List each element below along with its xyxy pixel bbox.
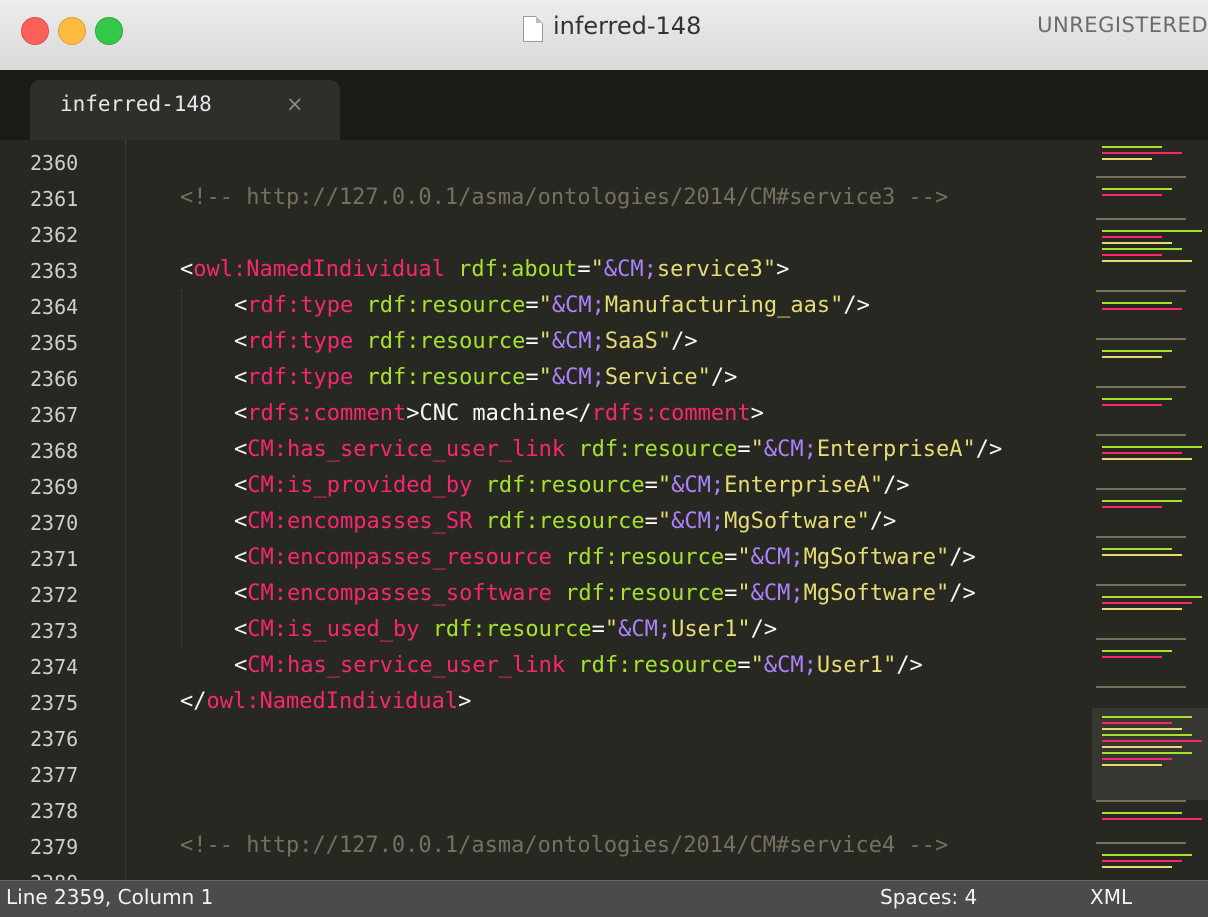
- xml-entity: &CM;: [551, 365, 605, 390]
- code-line: <rdf:type rdf:resource="&CM;Service"/>: [234, 365, 738, 390]
- xml-entity: &CM;: [763, 437, 817, 462]
- xml-tag: CM:has_service_user_link: [247, 437, 566, 462]
- status-bar: Line 2359, Column 1 Spaces: 4 XML: [0, 880, 1208, 917]
- xml-comment: <!-- http://127.0.0.1/asma/ontologies/20…: [180, 185, 949, 210]
- comment-text: CNC machine: [419, 401, 566, 426]
- tab-label: inferred-148: [60, 92, 212, 116]
- xml-value: MgSoftware: [724, 509, 857, 534]
- minimap[interactable]: [1092, 140, 1208, 880]
- code-line: <CM:has_service_user_link rdf:resource="…: [234, 437, 1003, 462]
- xml-tag: CM:encompasses_software: [247, 581, 552, 606]
- xml-tag: CM:is_used_by: [247, 617, 420, 642]
- xml-tag: CM:has_service_user_link: [247, 653, 566, 678]
- xml-tag: CM:encompasses_SR: [247, 509, 473, 534]
- xml-value: Manufacturing_aas: [604, 293, 831, 318]
- xml-tag: rdf:type: [247, 293, 354, 318]
- xml-tag: CM:is_provided_by: [247, 473, 473, 498]
- code-line: <CM:is_provided_by rdf:resource="&CM;Ent…: [234, 473, 910, 498]
- xml-tag: owl:NamedIndividual: [193, 257, 445, 282]
- xml-value: MgSoftware: [803, 581, 937, 606]
- xml-comment: <!-- http://127.0.0.1/asma/ontologies/20…: [180, 833, 949, 858]
- minimize-window-button[interactable]: [58, 17, 86, 45]
- xml-value: SaaS: [604, 329, 658, 354]
- close-window-button[interactable]: [21, 17, 49, 45]
- xml-attribute: rdf:resource: [366, 329, 526, 354]
- indentation-setting[interactable]: Spaces: 4: [880, 885, 977, 909]
- code-line: <CM:encompasses_resource rdf:resource="&…: [234, 545, 976, 570]
- xml-attribute: rdf:resource: [432, 617, 592, 642]
- xml-attribute: rdf:resource: [366, 365, 526, 390]
- code-line: <rdf:type rdf:resource="&CM;SaaS"/>: [234, 329, 698, 354]
- xml-entity: &CM;: [551, 293, 605, 318]
- tab-close-icon[interactable]: ×: [286, 92, 304, 116]
- xml-attribute: rdf:resource: [485, 509, 645, 534]
- code-line: </owl:NamedIndividual>: [180, 689, 472, 714]
- xml-tag: CM:encompasses_resource: [247, 545, 552, 570]
- xml-entity: &CM;: [763, 653, 817, 678]
- xml-attribute: rdf:resource: [565, 581, 725, 606]
- syntax-selector[interactable]: XML: [1090, 885, 1132, 909]
- code-line: <CM:has_service_user_link rdf:resource="…: [234, 653, 923, 678]
- xml-attribute: rdf:resource: [565, 545, 725, 570]
- xml-tag: rdf:type: [247, 365, 354, 390]
- unregistered-label: UNREGISTERED: [1037, 13, 1208, 37]
- xml-value: User1: [816, 653, 884, 678]
- window-title: inferred-148: [553, 12, 702, 40]
- xml-value: EnterpriseA: [816, 437, 963, 462]
- code-editor[interactable]: 2360 2361 2362 2363 2364 2365 2366 2367 …: [0, 140, 1092, 880]
- xml-attribute: rdf:resource: [578, 437, 738, 462]
- code-line: <owl:NamedIndividual rdf:about="&CM;serv…: [180, 257, 790, 282]
- xml-value: EnterpriseA: [724, 473, 870, 498]
- xml-value: Service: [604, 365, 698, 390]
- xml-entity: &CM;: [750, 581, 804, 606]
- xml-attribute: rdf:resource: [485, 473, 645, 498]
- xml-attribute: rdf:resource: [366, 293, 526, 318]
- xml-tag: owl:NamedIndividual: [206, 689, 459, 714]
- code-text: <!-- http://127.0.0.1/asma/ontologies/20…: [0, 140, 1002, 880]
- xml-entity: &CM;: [671, 509, 725, 534]
- xml-attribute: rdf:about: [458, 257, 578, 282]
- zoom-window-button[interactable]: [95, 17, 123, 45]
- xml-attribute: rdf:resource: [578, 653, 738, 678]
- code-line: <CM:is_used_by rdf:resource="&CM;User1"/…: [234, 617, 778, 642]
- indent-guide: [125, 140, 127, 880]
- xml-tag: rdfs:comment: [247, 401, 407, 426]
- xml-entity: &CM;: [750, 545, 804, 570]
- xml-tag: rdfs:comment: [591, 401, 751, 426]
- xml-entity: &CM;: [671, 473, 725, 498]
- xml-entity: &CM;: [603, 257, 657, 282]
- xml-value: service3: [656, 257, 763, 282]
- cursor-position: Line 2359, Column 1: [6, 885, 214, 909]
- code-line: <CM:encompasses_SR rdf:resource="&CM;MgS…: [234, 509, 897, 534]
- xml-value: MgSoftware: [803, 545, 937, 570]
- code-line: <rdfs:comment>CNC machine</rdfs:comment>: [234, 401, 764, 426]
- code-line: <rdf:type rdf:resource="&CM;Manufacturin…: [234, 293, 870, 318]
- xml-tag: rdf:type: [247, 329, 354, 354]
- document-icon: [523, 16, 543, 42]
- indent-guide: [181, 290, 183, 648]
- xml-value: User1: [671, 617, 738, 642]
- xml-entity: &CM;: [551, 329, 605, 354]
- code-line: <CM:encompasses_software rdf:resource="&…: [234, 581, 976, 606]
- title-bar: inferred-148 UNREGISTERED: [0, 0, 1208, 70]
- xml-entity: &CM;: [618, 617, 672, 642]
